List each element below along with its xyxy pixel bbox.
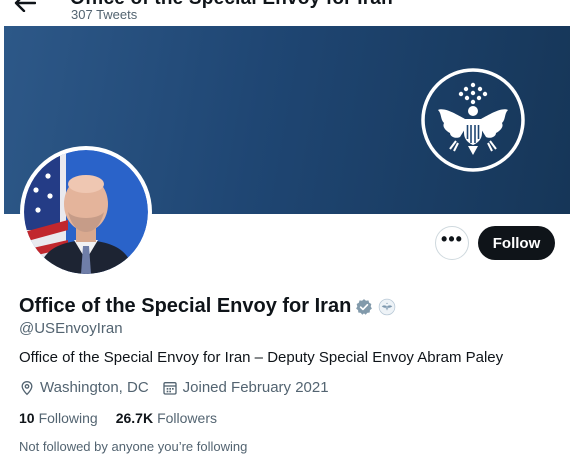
display-name: Office of the Special Envoy for Iran: [19, 295, 352, 317]
profile-bio: Office of the Special Envoy for Iran – D…: [19, 349, 504, 366]
followers-label: Followers: [157, 410, 217, 426]
great-seal-eagle-icon: [421, 68, 525, 172]
profile-meta: Washington, DC Joined February 2021: [19, 379, 329, 396]
calendar-icon: [162, 381, 177, 395]
arrow-left-icon[interactable]: [14, 0, 36, 12]
joined-item: Joined February 2021: [162, 379, 329, 396]
verified-badge-icon[interactable]: [355, 298, 373, 316]
affiliate-seal-icon[interactable]: [378, 298, 396, 316]
location-pin-icon: [21, 380, 33, 395]
following-link[interactable]: 10 Following: [19, 410, 98, 426]
location-item: Washington, DC: [19, 379, 149, 396]
more-options-button[interactable]: •••: [435, 226, 469, 260]
tweet-count: 307 Tweets: [71, 7, 138, 22]
follow-button[interactable]: Follow: [478, 226, 555, 260]
followers-count: 26.7K: [115, 410, 154, 426]
social-context-text: Not followed by anyone you’re following: [19, 439, 248, 454]
follow-stats: 10 Following 26.7K Followers: [19, 410, 217, 426]
following-count: 10: [19, 410, 35, 426]
profile-handle: @USEnvoyIran: [19, 320, 123, 337]
profile-avatar[interactable]: [20, 146, 152, 278]
joined-text: Joined February 2021: [182, 379, 329, 396]
more-horizontal-icon: •••: [441, 229, 463, 249]
followers-link[interactable]: 26.7K Followers: [116, 410, 217, 426]
display-name-row: Office of the Special Envoy for Iran: [19, 295, 396, 318]
profile-header-bar: Office of the Special Envoy for Iran 307…: [0, 0, 576, 26]
location-text: Washington, DC: [40, 379, 149, 396]
following-label: Following: [38, 410, 98, 426]
avatar-photo: [24, 150, 148, 274]
